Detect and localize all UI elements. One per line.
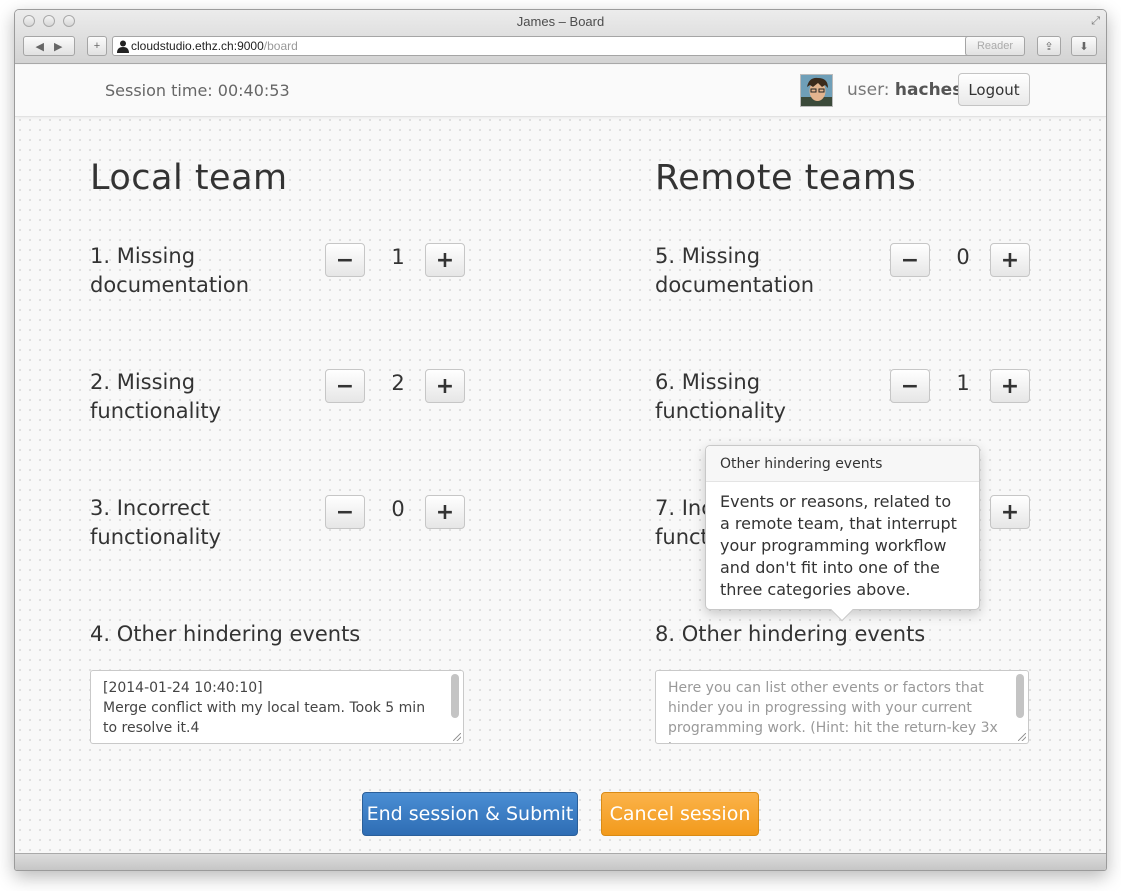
local-textarea-scrollbar[interactable] bbox=[451, 674, 459, 718]
reader-button[interactable]: Reader bbox=[965, 36, 1025, 56]
local-item-3-count: 0 bbox=[391, 497, 405, 521]
remote-textarea-scrollbar[interactable] bbox=[1016, 674, 1024, 718]
remote-other-textarea[interactable]: Here you can list other events or factor… bbox=[655, 670, 1029, 744]
local-item-3-plus-button[interactable]: + bbox=[425, 495, 465, 529]
remote-other-label: 8. Other hindering events bbox=[655, 622, 926, 646]
local-item-2-plus-button[interactable]: + bbox=[425, 369, 465, 403]
download-icon: ⬇ bbox=[1079, 40, 1089, 53]
top-navbar: Session time: 00:40:53 user: haches Logo… bbox=[15, 65, 1106, 117]
resize-grip-icon[interactable] bbox=[1018, 733, 1026, 741]
share-icon: ⇪ bbox=[1044, 40, 1054, 53]
session-timer: Session time: 00:40:53 bbox=[105, 81, 290, 100]
local-item-2-minus-button[interactable]: − bbox=[325, 369, 365, 403]
remote-item-6-label: 6. Missing functionality bbox=[655, 370, 786, 423]
new-tab-button[interactable]: + bbox=[87, 36, 107, 56]
local-item-1-minus-button[interactable]: − bbox=[325, 243, 365, 277]
window-title: James – Board bbox=[516, 14, 605, 29]
remote-item-5-label: 5. Missing documentation bbox=[655, 244, 815, 297]
remote-teams-heading: Remote teams bbox=[655, 158, 917, 198]
address-bar[interactable]: cloudstudio.ethz.ch:9000/board ↻ bbox=[112, 36, 990, 56]
cancel-session-button[interactable]: Cancel session bbox=[601, 792, 759, 836]
remote-item-5-minus-button[interactable]: − bbox=[890, 243, 930, 277]
local-other-label: 4. Other hindering events bbox=[90, 622, 361, 646]
url-path: /board bbox=[263, 39, 298, 53]
browser-window: James – Board ⤢ ◀ ▶ + cloudstudio.ethz.c… bbox=[14, 9, 1107, 871]
browser-titlebar: James – Board ⤢ ◀ ▶ + cloudstudio.ethz.c… bbox=[15, 10, 1106, 64]
local-item-2-count: 2 bbox=[391, 371, 405, 395]
page-content: Session time: 00:40:53 user: haches Logo… bbox=[15, 65, 1106, 855]
avatar-image bbox=[801, 75, 832, 106]
downloads-button[interactable]: ⬇ bbox=[1071, 36, 1097, 56]
username: haches bbox=[894, 80, 963, 100]
local-item-3-label: 3. Incorrect functionality bbox=[90, 496, 221, 549]
url-host: cloudstudio.ethz.ch:9000 bbox=[131, 39, 264, 53]
remote-other-placeholder: Here you can list other events or factor… bbox=[668, 680, 998, 743]
local-item-3-minus-button[interactable]: − bbox=[325, 495, 365, 529]
back-forward-buttons[interactable]: ◀ ▶ bbox=[23, 36, 75, 56]
avatar bbox=[800, 74, 833, 107]
popover-body: Events or reasons, related to a remote t… bbox=[720, 492, 957, 599]
person-icon bbox=[117, 40, 129, 53]
local-item-1-plus-button[interactable]: + bbox=[425, 243, 465, 277]
local-item-1-label: 1. Missing documentation bbox=[90, 244, 250, 297]
remote-item-5-count: 0 bbox=[956, 245, 970, 269]
end-session-submit-button[interactable]: End session & Submit bbox=[362, 792, 578, 836]
logout-button[interactable]: Logout bbox=[958, 73, 1030, 106]
share-button[interactable]: ⇪ bbox=[1037, 36, 1061, 56]
local-other-value: [2014-01-24 10:40:10] Merge conflict wit… bbox=[103, 680, 426, 736]
resize-grip-icon[interactable] bbox=[453, 733, 461, 741]
remote-item-6-count: 1 bbox=[956, 371, 970, 395]
user-label: user: haches bbox=[847, 80, 962, 100]
plus-icon: + bbox=[93, 40, 101, 52]
browser-statusbar bbox=[15, 853, 1106, 870]
back-arrow-icon[interactable]: ◀ bbox=[36, 40, 44, 53]
remote-item-6-minus-button[interactable]: − bbox=[890, 369, 930, 403]
remote-item-5-plus-button[interactable]: + bbox=[990, 243, 1030, 277]
popover-title: Other hindering events bbox=[706, 446, 979, 482]
local-team-heading: Local team bbox=[90, 158, 288, 198]
local-item-1-count: 1 bbox=[391, 245, 405, 269]
help-popover: Other hindering events Events or reasons… bbox=[705, 445, 980, 622]
forward-arrow-icon[interactable]: ▶ bbox=[54, 40, 62, 53]
local-other-textarea[interactable]: [2014-01-24 10:40:10] Merge conflict wit… bbox=[90, 670, 464, 744]
remote-item-6-plus-button[interactable]: + bbox=[990, 369, 1030, 403]
user-prefix: user: bbox=[847, 80, 890, 100]
local-item-2-label: 2. Missing functionality bbox=[90, 370, 221, 423]
remote-item-7-plus-button[interactable]: + bbox=[990, 495, 1030, 529]
fullscreen-icon[interactable]: ⤢ bbox=[1091, 14, 1100, 28]
